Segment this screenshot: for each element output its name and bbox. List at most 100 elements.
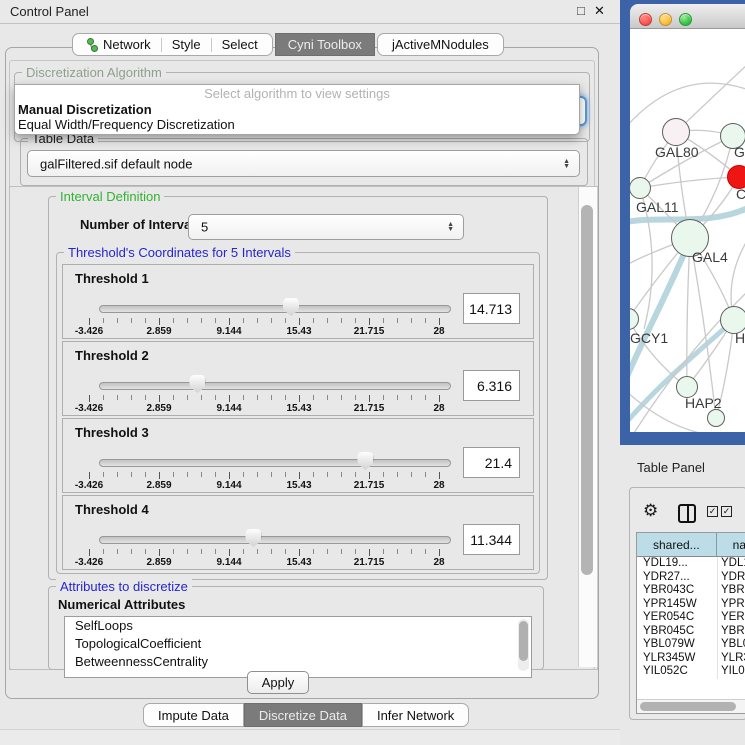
slider-thumb[interactable] [357, 452, 373, 470]
checkbox-icon[interactable]: ✓ [721, 506, 732, 517]
slider-tick [271, 472, 272, 477]
slider-tick [201, 472, 202, 477]
horizontal-scrollbar-track[interactable] [637, 699, 745, 713]
attribute-item[interactable]: BetweennessCentrality [65, 653, 531, 671]
number-of-intervals-combobox[interactable]: 5 ▲▼ [188, 214, 464, 240]
list-scrollbar-thumb[interactable] [519, 621, 528, 661]
tab-jactivemnodules[interactable]: jActiveMNodules [382, 35, 499, 54]
threshold-2-value-field[interactable]: 6.316 [463, 370, 520, 401]
checkbox-icon[interactable]: ✓ [707, 506, 718, 517]
slider-tick [187, 472, 188, 477]
threshold-3-value-field[interactable]: 21.4 [463, 447, 520, 478]
table-row[interactable]: YPR145WYPR1 [637, 598, 745, 612]
numerical-attributes-list[interactable]: SelfLoopsTopologicalCoefficientBetweenne… [64, 616, 532, 678]
minimize-traffic-light[interactable] [659, 13, 672, 26]
slider-tick [131, 472, 132, 477]
slider-tick [131, 549, 132, 554]
network-window-titlebar[interactable] [630, 4, 745, 29]
network-node-gal80[interactable] [662, 118, 690, 146]
table-data-combobox[interactable]: galFiltered.sif default node ▲▼ [27, 150, 580, 177]
slider-tick-label: -3.426 [75, 480, 103, 491]
table-row[interactable]: YBR045CYBR0 [637, 625, 745, 639]
float-window-icon[interactable]: □ [577, 3, 585, 18]
slider-tick [103, 318, 104, 323]
threshold-1-slider[interactable]: -3.4262.8599.14415.4321.71528 [89, 303, 439, 335]
slider-thumb[interactable] [189, 375, 205, 393]
table-row[interactable]: YIL052CYIL0 [637, 665, 745, 679]
table-row[interactable]: YDR27...YDR2 [637, 571, 745, 585]
apply-button[interactable]: Apply [247, 671, 309, 694]
slider-tick [327, 472, 328, 477]
slider-track[interactable] [99, 459, 451, 467]
table-row[interactable]: YER054CYER0 [637, 611, 745, 625]
threshold-3-panel: Threshold 3 -3.4262.8599.14415.4321.7152… [62, 418, 534, 493]
attribute-item[interactable]: SelfLoops [65, 617, 531, 635]
slider-tick [327, 549, 328, 554]
dropdown-prompt-item[interactable]: Select algorithm to view settings [15, 86, 579, 101]
gear-icon[interactable]: ⚙ [643, 502, 658, 519]
dropdown-item-manual-discretization[interactable]: Manual Discretization [18, 102, 152, 117]
tab-discretize-data[interactable]: Discretize Data [244, 703, 362, 727]
tab-impute-data[interactable]: Impute Data [143, 703, 244, 727]
slider-thumb[interactable] [283, 298, 299, 316]
tab-infer-network[interactable]: Infer Network [362, 703, 469, 727]
column-header-shared[interactable]: shared... [637, 533, 717, 556]
table-data-value: galFiltered.sif default node [40, 156, 192, 171]
top-tab-bar: Network Style Select Cyni Toolbox jActiv… [72, 33, 504, 56]
slider-tick [285, 318, 286, 323]
threshold-4-panel: Threshold 4 -3.4262.8599.14415.4321.7152… [62, 495, 534, 570]
slider-track[interactable] [99, 305, 451, 313]
vertical-scrollbar-thumb[interactable] [581, 205, 593, 575]
slider-tick [341, 472, 342, 477]
attribute-item[interactable]: TopologicalCoefficient [65, 635, 531, 653]
table-cell: YER054C [637, 611, 718, 625]
close-panel-icon[interactable]: ✕ [594, 3, 605, 19]
threshold-3-slider[interactable]: -3.4262.8599.14415.4321.71528 [89, 457, 439, 489]
slider-tick [89, 318, 90, 325]
split-view-icon[interactable] [678, 504, 696, 523]
table-row[interactable]: YDL19...YDL1 [637, 557, 745, 571]
slider-tick-label: 21.715 [354, 326, 385, 337]
number-of-intervals-value: 5 [201, 220, 208, 235]
threshold-4-slider[interactable]: -3.4262.8599.14415.4321.71528 [89, 534, 439, 566]
network-canvas[interactable]: GAL80 GA C GAL11 GAL4 GCY1 H HAP2 [630, 29, 745, 432]
slider-track[interactable] [99, 382, 451, 390]
network-node-gal11[interactable] [630, 177, 651, 199]
table-row[interactable]: YBR043CYBR0 [637, 584, 745, 598]
slider-tick [313, 472, 314, 477]
table-row[interactable]: YLR345WYLR3 [637, 652, 745, 666]
threshold-4-value-field[interactable]: 11.344 [463, 524, 520, 555]
slider-thumb[interactable] [245, 529, 261, 547]
table-row[interactable]: YBL079WYBL0 [637, 638, 745, 652]
close-traffic-light[interactable] [639, 13, 652, 26]
column-header-name[interactable]: na [717, 533, 745, 556]
slider-tick [103, 472, 104, 477]
slider-tick [299, 472, 300, 479]
slider-tick [439, 549, 440, 556]
tab-select[interactable]: Select [212, 35, 268, 54]
attributes-group-label: Attributes to discretize [56, 579, 192, 594]
dropdown-item-equal-width[interactable]: Equal Width/Frequency Discretization [18, 117, 235, 132]
slider-tick [201, 318, 202, 323]
numerical-attributes-label: Numerical Attributes [58, 597, 185, 612]
maximize-traffic-light[interactable] [679, 13, 692, 26]
slider-tick [369, 395, 370, 402]
slider-track[interactable] [99, 536, 451, 544]
tab-network[interactable]: Network [77, 35, 161, 54]
status-area [0, 730, 620, 745]
tab-style[interactable]: Style [162, 35, 211, 54]
interval-definition-label: Interval Definition [56, 189, 164, 204]
threshold-1-value-field[interactable]: 14.713 [463, 293, 520, 324]
network-node[interactable] [707, 409, 725, 427]
slider-tick [243, 395, 244, 400]
threshold-2-slider[interactable]: -3.4262.8599.14415.4321.71528 [89, 380, 439, 412]
slider-tick [201, 395, 202, 400]
bottom-tab-bar: Impute Data Discretize Data Infer Networ… [143, 703, 469, 727]
slider-tick [425, 549, 426, 554]
slider-tick [355, 472, 356, 477]
slider-tick [187, 549, 188, 554]
slider-tick [243, 549, 244, 554]
tab-cyni-toolbox[interactable]: Cyni Toolbox [275, 33, 375, 56]
horizontal-scrollbar-thumb[interactable] [640, 702, 736, 711]
slider-tick [439, 472, 440, 479]
